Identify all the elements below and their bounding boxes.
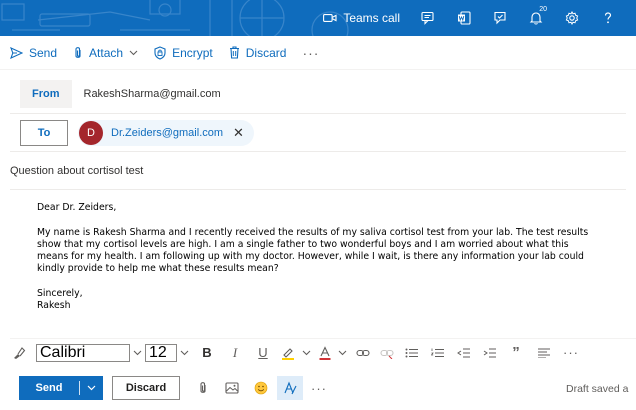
discard-command-label: Discard xyxy=(245,45,287,60)
command-bar: Send Attach Encrypt Discard ··· xyxy=(0,36,636,70)
encrypt-command[interactable]: Encrypt xyxy=(154,46,213,60)
send-command-label: Send xyxy=(29,45,58,60)
formatting-toolbar: Calibri 12 B I U ” ··· xyxy=(10,338,636,366)
to-row: To D Dr.Zeiders@gmail.com ✕ xyxy=(10,114,626,152)
decrease-indent-icon[interactable] xyxy=(451,348,477,358)
remove-link-icon[interactable] xyxy=(375,347,399,359)
bold-button[interactable]: B xyxy=(195,345,219,360)
italic-button[interactable]: I xyxy=(223,345,247,361)
teams-video-icon xyxy=(317,0,343,36)
font-name-select[interactable]: Calibri xyxy=(36,343,130,362)
attach-command[interactable]: Attach xyxy=(73,46,138,60)
insert-link-icon[interactable] xyxy=(351,348,375,358)
underline-button[interactable]: U xyxy=(251,345,275,360)
discard-button[interactable]: Discard xyxy=(112,376,180,400)
subject-row: Question about cortisol test xyxy=(10,152,626,190)
word-icon[interactable] xyxy=(446,0,482,36)
to-button[interactable]: To xyxy=(20,119,68,146)
chevron-down-icon[interactable] xyxy=(180,348,189,358)
insert-picture-icon[interactable] xyxy=(219,376,245,400)
shield-lock-icon xyxy=(154,45,166,60)
discard-command[interactable]: Discard xyxy=(229,45,287,60)
remove-recipient-icon[interactable]: ✕ xyxy=(233,125,244,141)
settings-gear-icon[interactable] xyxy=(554,0,590,36)
teams-call-label: Teams call xyxy=(343,11,400,25)
from-address: RakeshSharma@gmail.com xyxy=(83,87,221,100)
notification-bell-icon[interactable]: 20 xyxy=(518,0,554,36)
send-command[interactable]: Send xyxy=(10,46,57,60)
increase-indent-icon[interactable] xyxy=(477,348,503,358)
more-commands-button[interactable]: ··· xyxy=(302,45,319,61)
font-color-icon[interactable] xyxy=(315,345,335,360)
send-button-label: Send xyxy=(35,382,63,394)
emoji-icon[interactable] xyxy=(248,376,274,400)
format-painter-icon[interactable] xyxy=(10,346,28,360)
encrypt-command-label: Encrypt xyxy=(172,45,213,60)
from-button[interactable]: From xyxy=(20,79,72,108)
compose-actions-bar: Send Discard ··· xyxy=(0,366,636,410)
signature: Rakesh xyxy=(37,300,71,312)
send-split-divider xyxy=(79,381,80,395)
chat-icon[interactable] xyxy=(410,0,446,36)
recipient-chip[interactable]: D Dr.Zeiders@gmail.com ✕ xyxy=(78,119,254,146)
subject-field[interactable]: Question about cortisol test xyxy=(10,165,143,177)
help-icon[interactable] xyxy=(590,0,626,36)
numbered-list-icon[interactable] xyxy=(425,348,451,358)
more-formatting-button[interactable]: ··· xyxy=(559,345,583,360)
body-paragraph: My name is Rakesh Sharma and I recently … xyxy=(37,226,589,275)
quote-button[interactable]: ” xyxy=(503,344,529,361)
paperclip-icon[interactable] xyxy=(190,376,216,400)
message-body[interactable]: Dear Dr. Zeiders, My name is Rakesh Shar… xyxy=(37,202,597,313)
send-icon xyxy=(10,46,23,59)
notification-count: 20 xyxy=(539,6,547,13)
chevron-down-icon[interactable] xyxy=(302,348,311,358)
teams-call-button[interactable]: Teams call xyxy=(317,0,410,36)
attach-command-label: Attach xyxy=(89,45,124,60)
highlight-icon[interactable] xyxy=(277,346,299,360)
avatar: D xyxy=(79,120,103,145)
recipient-email: Dr.Zeiders@gmail.com xyxy=(111,126,224,139)
trash-icon xyxy=(229,46,240,59)
chevron-down-icon[interactable] xyxy=(133,348,142,358)
app-header-bar: Teams call 20 xyxy=(0,0,636,36)
chevron-down-icon xyxy=(129,50,138,56)
chevron-down-icon[interactable] xyxy=(80,385,103,391)
more-actions-button[interactable]: ··· xyxy=(306,376,332,400)
bullet-list-icon[interactable] xyxy=(399,348,425,358)
greeting: Dear Dr. Zeiders, xyxy=(37,202,117,213)
send-button[interactable]: Send xyxy=(19,376,103,400)
chevron-down-icon[interactable] xyxy=(338,348,347,358)
font-size-select[interactable]: 12 xyxy=(145,343,177,362)
draft-status: Draft saved a xyxy=(566,383,629,395)
from-row: From RakeshSharma@gmail.com xyxy=(10,74,626,114)
feedback-icon[interactable] xyxy=(482,0,518,36)
paperclip-icon xyxy=(73,46,83,60)
closing: Sincerely, xyxy=(37,288,83,300)
align-text-icon[interactable] xyxy=(529,348,559,358)
formatting-toggle-icon[interactable] xyxy=(277,376,303,400)
